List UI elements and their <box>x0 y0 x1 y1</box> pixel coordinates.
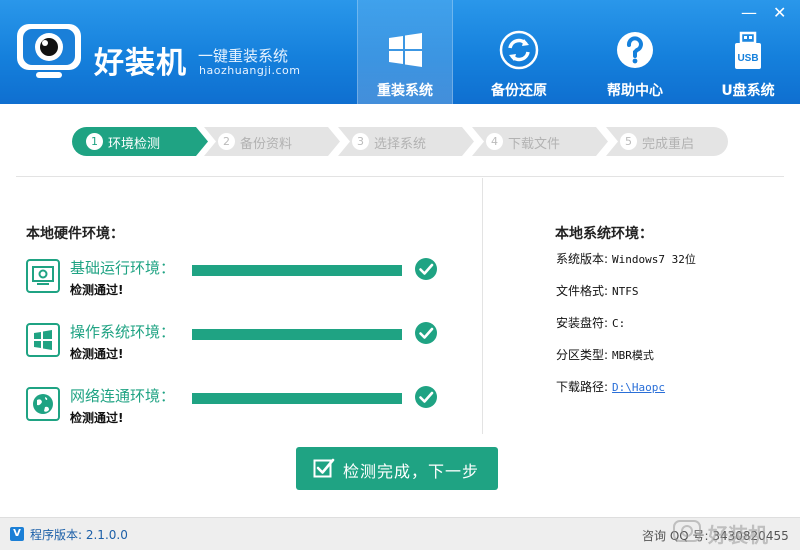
check-row-network: 网络连通环境： 检测通过! <box>26 386 446 433</box>
step-number: 2 <box>218 133 235 150</box>
check-circle-icon <box>415 258 437 280</box>
check-label: 基础运行环境： <box>70 259 176 277</box>
divider <box>16 176 784 177</box>
progress-fill <box>192 265 402 276</box>
svg-text:USB: USB <box>737 53 758 64</box>
step-download-files: 4 下载文件 <box>472 127 620 156</box>
hardware-section-title: 本地硬件环境： <box>26 226 124 242</box>
version-badge-icon: V <box>10 527 24 541</box>
backup-restore-icon <box>499 30 539 70</box>
info-system-version: 系统版本: Windows7 32位 <box>556 250 696 267</box>
windows-logo-icon <box>389 33 422 67</box>
check-circle-icon <box>415 322 437 344</box>
step-backup-data: 2 备份资料 <box>204 127 352 156</box>
step-number: 3 <box>352 133 369 150</box>
logo-icon <box>17 24 81 78</box>
step-select-system: 3 选择系统 <box>338 127 486 156</box>
globe-icon <box>26 387 60 421</box>
info-value: NTFS <box>612 285 639 298</box>
svg-text:好装机: 好装机 <box>707 523 768 547</box>
monitor-gear-icon <box>26 259 60 293</box>
windows-logo-icon <box>26 323 60 357</box>
check-status: 检测通过! <box>70 347 124 361</box>
step-label: 下载文件 <box>508 137 561 152</box>
usb-icon: USB <box>735 31 761 69</box>
step-number: 1 <box>86 133 103 150</box>
system-section-title: 本地系统环境： <box>555 226 653 242</box>
check-status: 检测通过! <box>70 411 124 425</box>
checkbox-checked-icon <box>313 458 335 478</box>
info-value: C: <box>612 317 626 330</box>
download-path-link[interactable]: D:\Haopc <box>612 381 665 394</box>
step-number: 5 <box>620 133 637 150</box>
watermark-logo: 好装机 <box>673 520 768 547</box>
nav-reinstall-system[interactable]: 重装系统 <box>357 0 453 104</box>
info-key: 分区类型: <box>556 348 609 362</box>
step-label: 环境检测 <box>108 137 161 152</box>
step-number: 4 <box>486 133 503 150</box>
info-partition-type: 分区类型: MBR模式 <box>556 346 654 363</box>
info-value: Windows7 32位 <box>612 253 696 266</box>
check-row-os-environment: 操作系统环境： 检测通过! <box>26 322 446 369</box>
info-install-drive: 安装盘符: C: <box>556 314 625 331</box>
nav-usb-system[interactable]: USB U盘系统 <box>700 0 796 104</box>
program-version: 程序版本: 2.1.0.0 <box>30 528 128 542</box>
info-key: 下载路径: <box>556 380 609 394</box>
info-value: MBR模式 <box>612 349 654 362</box>
progress-bar <box>192 393 402 404</box>
nav-help-center[interactable]: 帮助中心 <box>587 0 683 104</box>
info-file-format: 文件格式: NTFS <box>556 282 639 299</box>
check-label: 网络连通环境： <box>70 387 176 405</box>
nav-label: 备份还原 <box>491 83 547 99</box>
title-bar: 好装机 一键重装系统 haozhuangji.com — ✕ 重装系统 备份还原… <box>0 0 800 104</box>
check-row-basic-runtime: 基础运行环境： 检测通过! <box>26 258 446 305</box>
nav-label: 重装系统 <box>377 83 433 99</box>
brand-slogan: 一键重装系统 <box>198 47 289 65</box>
progress-bar <box>192 265 402 276</box>
step-label: 备份资料 <box>240 137 293 152</box>
nav-label: 帮助中心 <box>607 83 663 99</box>
check-status: 检测通过! <box>70 283 124 297</box>
brand-domain: haozhuangji.com <box>199 64 301 77</box>
nav-backup-restore[interactable]: 备份还原 <box>471 0 567 104</box>
progress-bar <box>192 329 402 340</box>
next-step-button[interactable]: 检测完成，下一步 <box>296 447 498 490</box>
progress-fill <box>192 329 402 340</box>
status-bar: V 程序版本: 2.1.0.0 咨询 QQ 号: 3430820455 好装机 <box>0 517 800 550</box>
step-complete-restart: 5 完成重启 <box>606 127 754 156</box>
step-label: 完成重启 <box>642 137 695 152</box>
info-key: 安装盘符: <box>556 316 609 330</box>
brand-name: 好装机 <box>94 46 187 81</box>
check-label: 操作系统环境： <box>70 323 176 341</box>
divider <box>482 178 483 434</box>
info-key: 系统版本: <box>556 252 609 266</box>
info-key: 文件格式: <box>556 284 609 298</box>
check-circle-icon <box>415 386 437 408</box>
step-label: 选择系统 <box>374 137 427 152</box>
progress-fill <box>192 393 402 404</box>
help-icon <box>617 32 653 68</box>
next-step-label: 检测完成，下一步 <box>343 462 480 481</box>
info-download-path: 下载路径: D:\Haopc <box>556 378 665 395</box>
nav-label: U盘系统 <box>721 83 775 99</box>
step-environment-check: 1 环境检测 <box>72 127 220 156</box>
